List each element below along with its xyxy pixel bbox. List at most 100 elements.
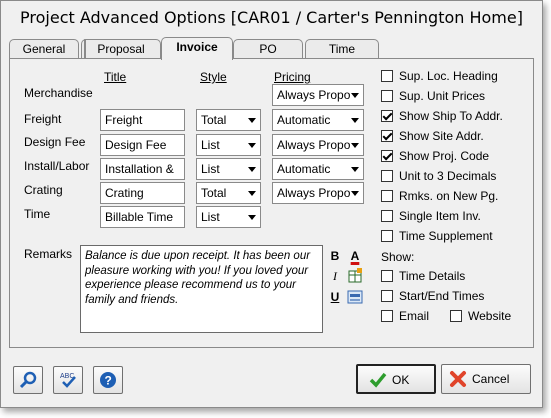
time-title-input[interactable]: Billable Time (100, 206, 185, 228)
time-supplement-checkbox[interactable] (381, 230, 393, 242)
time-details-checkbox[interactable] (381, 270, 393, 282)
spell-check-icon: ABC (60, 373, 76, 388)
cancel-label: Cancel (472, 372, 510, 386)
merchandise-pricing-value: Always Propo (277, 88, 351, 102)
show-site-addr-label: Show Site Addr. (399, 129, 484, 143)
column-header-title: Title (104, 70, 127, 84)
rmks-on-new-pg-label: Rmks. on New Pg. (399, 189, 499, 203)
invoice-panel: Title Style Pricing Merchandise Always P… (9, 58, 534, 348)
install-labor-pricing-select[interactable]: Automatic (272, 158, 364, 180)
show-site-addr-checkbox[interactable] (381, 130, 393, 142)
magnifier-icon (19, 371, 37, 389)
freight-pricing-value: Automatic (277, 113, 331, 127)
cancel-x-icon (450, 371, 466, 387)
chevron-down-icon (351, 118, 359, 123)
crating-style-value: Total (201, 186, 227, 200)
chevron-down-icon (351, 143, 359, 148)
merchandise-pricing-select[interactable]: Always Propo (272, 84, 364, 106)
column-header-pricing: Pricing (274, 70, 311, 84)
crating-pricing-select[interactable]: Always Propo (272, 182, 364, 204)
chevron-down-icon (248, 215, 256, 220)
background-color-button[interactable] (346, 288, 364, 306)
rmks-on-new-pg-checkbox[interactable] (381, 190, 393, 202)
row-label-crating: Crating (24, 183, 63, 197)
email-label: Email (399, 309, 430, 323)
show-proj-code-checkbox[interactable] (381, 150, 393, 162)
install-labor-title-input[interactable]: Installation & (100, 158, 185, 180)
bold-button[interactable]: B (326, 247, 344, 265)
crating-pricing-value: Always Propo (277, 186, 351, 200)
show-proj-code-label: Show Proj. Code (399, 149, 490, 163)
sup-loc-heading-checkbox[interactable] (381, 70, 393, 82)
spell-check-button[interactable]: ABC (53, 366, 83, 394)
svg-text:?: ? (105, 374, 112, 388)
ok-button[interactable]: OK (356, 364, 436, 394)
chevron-down-icon (351, 191, 359, 196)
show-ship-to-addr-checkbox[interactable] (381, 110, 393, 122)
chevron-down-icon (248, 167, 256, 172)
table-insert-icon (348, 268, 362, 283)
help-icon: ? (100, 372, 116, 388)
tab-invoice[interactable]: Invoice (161, 37, 233, 60)
email-checkbox[interactable] (381, 310, 393, 322)
design-fee-style-value: List (201, 138, 220, 152)
show-ship-to-addr-label: Show Ship To Addr. (399, 109, 503, 123)
chevron-down-icon (351, 93, 359, 98)
time-style-value: List (201, 210, 220, 224)
chevron-down-icon (248, 118, 256, 123)
install-labor-style-value: List (201, 162, 220, 176)
row-label-merchandise: Merchandise (24, 86, 93, 100)
single-item-inv-checkbox[interactable] (381, 210, 393, 222)
tab-general[interactable]: General (9, 39, 79, 59)
time-supplement-label: Time Supplement (399, 229, 493, 243)
sup-unit-prices-label: Sup. Unit Prices (399, 89, 486, 103)
chevron-down-icon (248, 191, 256, 196)
crating-style-select[interactable]: Total (196, 182, 261, 204)
window-title: Project Advanced Options [CAR01 / Carter… (20, 8, 523, 27)
install-labor-pricing-value: Automatic (277, 162, 331, 176)
search-button[interactable] (13, 366, 43, 394)
cancel-button[interactable]: Cancel (441, 364, 531, 394)
design-fee-title-input[interactable]: Design Fee (100, 134, 185, 156)
unit-to-3-decimals-checkbox[interactable] (381, 170, 393, 182)
insert-table-button[interactable] (346, 267, 364, 285)
column-header-style: Style (200, 70, 227, 84)
show-section-label: Show: (381, 250, 415, 264)
row-label-install-labor: Install/Labor (24, 159, 90, 173)
row-label-freight: Freight (24, 112, 62, 126)
sup-unit-prices-checkbox[interactable] (381, 90, 393, 102)
italic-button[interactable]: I (326, 267, 344, 285)
website-label: Website (468, 309, 512, 323)
underline-button[interactable]: U (326, 288, 344, 306)
checkmark-icon (369, 372, 387, 388)
font-color-button[interactable]: A (346, 247, 364, 265)
freight-style-select[interactable]: Total (196, 109, 261, 131)
single-item-inv-label: Single Item Inv. (399, 209, 481, 223)
freight-pricing-select[interactable]: Automatic (272, 109, 364, 131)
freight-title-input[interactable]: Freight (100, 109, 185, 131)
design-fee-pricing-select[interactable]: Always Propo (272, 134, 364, 156)
freight-style-value: Total (201, 113, 227, 127)
help-button[interactable]: ? (93, 366, 123, 394)
time-details-label: Time Details (399, 269, 466, 283)
design-fee-style-select[interactable]: List (196, 134, 261, 156)
website-checkbox[interactable] (450, 310, 462, 322)
design-fee-pricing-value: Always Propo (277, 138, 351, 152)
highlight-icon (347, 290, 363, 304)
start-end-times-checkbox[interactable] (381, 290, 393, 302)
remarks-textarea[interactable]: Balance is due upon receipt. It has been… (80, 245, 323, 333)
row-label-time: Time (24, 207, 51, 221)
font-color-icon: A (350, 249, 360, 263)
remarks-label: Remarks (24, 247, 73, 261)
time-style-select[interactable]: List (196, 206, 261, 228)
install-labor-style-select[interactable]: List (196, 158, 261, 180)
dialog-window: Project Advanced Options [CAR01 / Carter… (0, 0, 543, 408)
chevron-down-icon (351, 167, 359, 172)
ok-label: OK (392, 373, 410, 387)
tab-proposal[interactable]: Proposal (81, 39, 161, 59)
crating-title-input[interactable]: Crating (100, 182, 185, 204)
tab-time[interactable]: Time (305, 39, 379, 59)
start-end-times-label: Start/End Times (399, 289, 485, 303)
tab-po[interactable]: PO (233, 39, 303, 59)
chevron-down-icon (248, 143, 256, 148)
